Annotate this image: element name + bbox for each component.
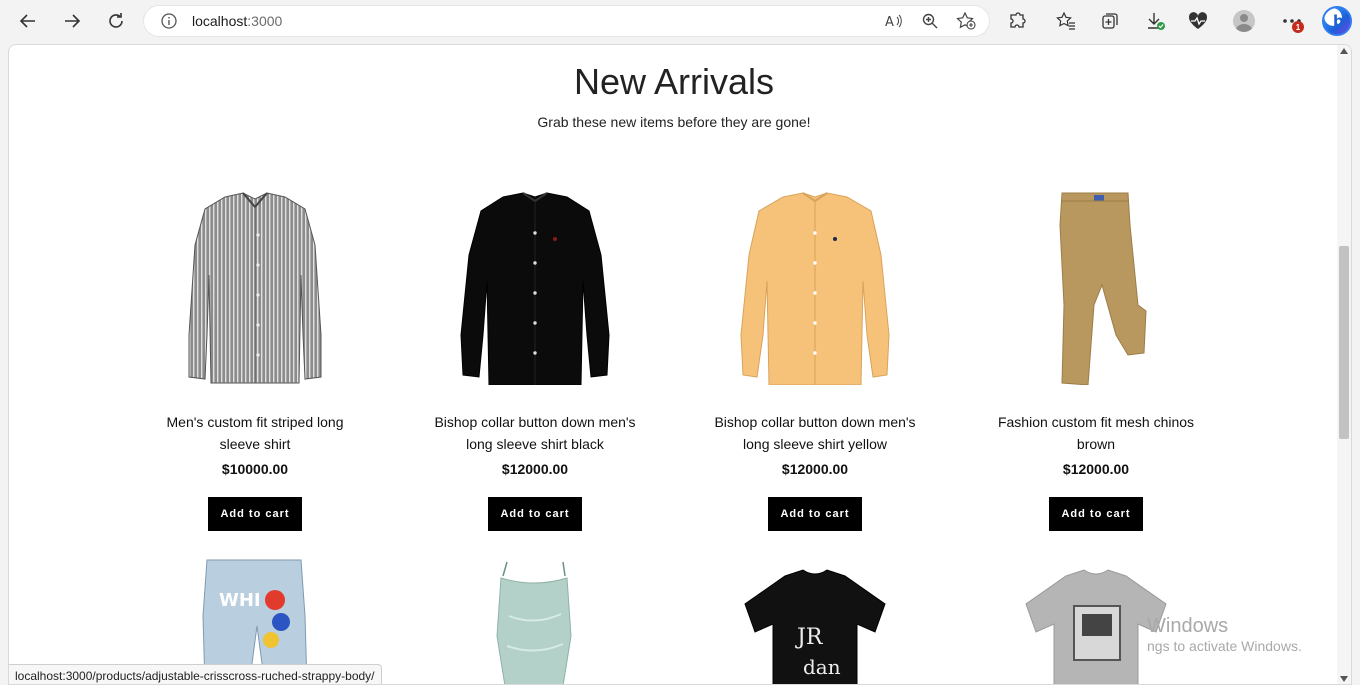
product-price: $10000.00 xyxy=(221,461,289,477)
yellow-shirt-image[interactable] xyxy=(685,185,945,386)
svg-text:WHI: WHI xyxy=(219,590,261,611)
add-to-cart-button[interactable]: Add to cart xyxy=(208,497,302,531)
satin-camisole-image[interactable] xyxy=(405,556,665,684)
black-shirt-image[interactable] xyxy=(405,185,665,386)
refresh-icon xyxy=(109,13,123,28)
product-card: Bishop collar button down men's long sle… xyxy=(685,185,945,531)
browser-essentials-icon[interactable] xyxy=(1186,9,1210,33)
status-bar-url: localhost:3000/products/adjustable-criss… xyxy=(9,664,382,684)
extensions-icon[interactable] xyxy=(1005,9,1029,33)
page-subtitle: Grab these new items before they are gon… xyxy=(537,114,811,130)
watermark-line-1: Windows xyxy=(1147,615,1229,637)
notification-badge: 1 xyxy=(1292,21,1304,33)
refresh-button[interactable] xyxy=(101,7,131,35)
product-name[interactable]: Bishop collar button down men's long sle… xyxy=(685,411,945,455)
add-favorite-icon[interactable] xyxy=(956,12,976,30)
product-price: $12000.00 xyxy=(501,461,569,477)
product-card: Men's custom fit striped long sleeve shi… xyxy=(125,185,385,531)
scrollbar-thumb[interactable] xyxy=(1339,246,1349,439)
favorites-icon[interactable] xyxy=(1054,9,1078,33)
product-card: Bishop collar button down men's long sle… xyxy=(405,185,665,531)
page-viewport: New Arrivals Grab these new items before… xyxy=(8,44,1352,685)
product-price: $12000.00 xyxy=(1062,461,1130,477)
read-aloud-icon[interactable]: A xyxy=(884,12,904,30)
svg-text:JR: JR xyxy=(795,625,824,650)
zoom-icon[interactable] xyxy=(920,12,940,30)
back-button[interactable] xyxy=(13,7,43,35)
profile-avatar[interactable] xyxy=(1233,10,1255,32)
product-card: Fashion custom fit mesh chinos brown $12… xyxy=(966,185,1226,531)
striped-shirt-image[interactable] xyxy=(125,185,385,385)
add-to-cart-button[interactable]: Add to cart xyxy=(768,497,862,531)
page-title: New Arrivals xyxy=(573,61,775,102)
svg-text:dan: dan xyxy=(803,655,841,679)
address-bar[interactable]: localhost:3000 A xyxy=(144,6,989,36)
new-arrivals-section: New Arrivals Grab these new items before… xyxy=(9,45,1339,684)
add-to-cart-button[interactable]: Add to cart xyxy=(488,497,582,531)
url-text[interactable]: localhost:3000 xyxy=(192,13,282,29)
bing-copilot-icon[interactable]: b xyxy=(1322,6,1352,36)
product-price: $12000.00 xyxy=(781,461,849,477)
collections-icon[interactable] xyxy=(1098,9,1122,33)
windows-activation-watermark: Windows ngs to activate Windows. xyxy=(1147,615,1302,654)
scroll-down-arrow-icon[interactable] xyxy=(1340,676,1348,682)
forward-arrow-icon xyxy=(65,14,81,28)
product-name[interactable]: Bishop collar button down men's long sle… xyxy=(405,411,665,455)
forward-button[interactable] xyxy=(57,7,87,35)
svg-text:A: A xyxy=(885,15,894,29)
url-host: localhost xyxy=(192,13,248,29)
site-info-icon[interactable] xyxy=(160,12,178,35)
product-name[interactable]: Fashion custom fit mesh chinos brown xyxy=(966,411,1226,455)
browser-toolbar: localhost:3000 A 1 b xyxy=(0,0,1360,44)
product-name[interactable]: Men's custom fit striped long sleeve shi… xyxy=(125,411,385,455)
graphic-tee-black-image[interactable]: JR dan xyxy=(685,556,945,684)
downloads-icon[interactable] xyxy=(1143,9,1167,33)
scroll-up-arrow-icon[interactable] xyxy=(1340,48,1348,54)
add-to-cart-button[interactable]: Add to cart xyxy=(1049,497,1143,531)
watermark-line-2: ngs to activate Windows. xyxy=(1147,638,1302,654)
chinos-image[interactable] xyxy=(966,185,1226,386)
back-arrow-icon xyxy=(19,14,35,28)
url-port: :3000 xyxy=(247,13,283,29)
vertical-scrollbar[interactable] xyxy=(1337,45,1351,684)
